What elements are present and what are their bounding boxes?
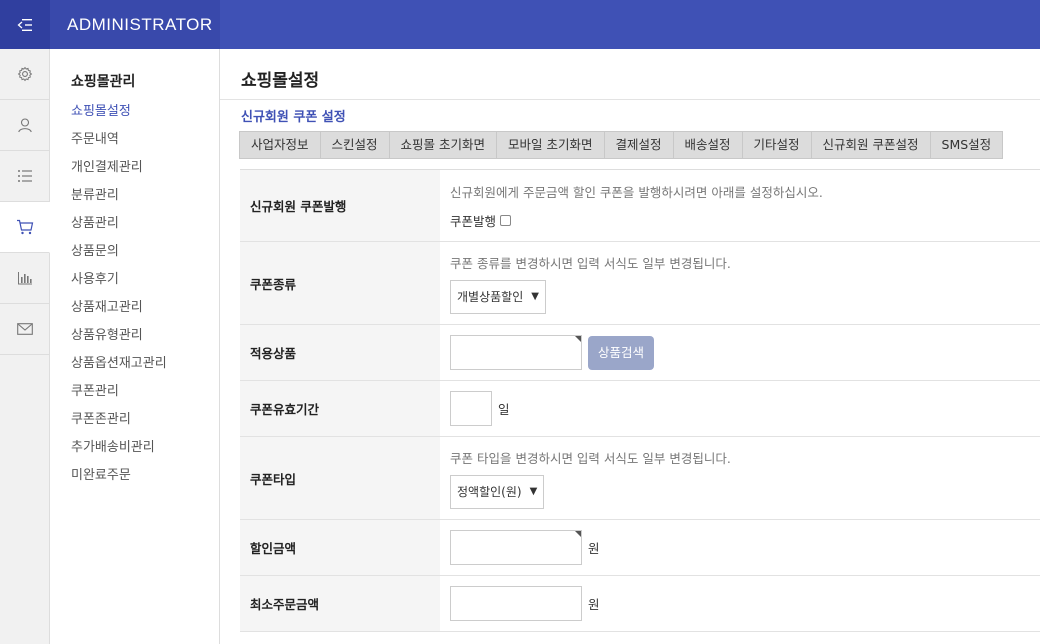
min-order-input[interactable] (450, 586, 582, 621)
coupon-type-select[interactable]: 개별상품할인 ▼ (450, 279, 546, 314)
coupon-type-value: 쿠폰 종류를 변경하시면 입력 서식도 일부 변경됩니다. 개별상품할인 ▼ (440, 242, 1040, 324)
gear-icon (17, 66, 32, 82)
tab-new-member-coupon[interactable]: 신규회원 쿠폰설정 (812, 132, 931, 158)
tab-business-info[interactable]: 사업자정보 (240, 132, 321, 158)
min-order-label: 최소주문금액 (240, 576, 440, 631)
form-row-discount-type: 쿠폰타입 쿠폰 타입을 변경하시면 입력 서식도 일부 변경됩니다. 정액할인(… (240, 437, 1040, 520)
mail-nav-button[interactable] (0, 304, 49, 355)
tab-mobile-main[interactable]: 모바일 초기화면 (497, 132, 605, 158)
discount-type-selected: 정액할인(원) (457, 485, 522, 499)
subnav-item-personal-payment[interactable]: 개인결제관리 (71, 160, 219, 188)
amount-value: 원 (440, 520, 1040, 575)
title-divider (220, 99, 1040, 100)
product-label: 적용상품 (240, 325, 440, 380)
discount-type-select[interactable]: 정액할인(원) ▼ (450, 474, 545, 509)
subnav-item-products[interactable]: 상품관리 (71, 216, 219, 244)
product-value: 상품검색 (440, 325, 1040, 380)
period-label: 쿠폰유효기간 (240, 381, 440, 436)
cart-icon (16, 219, 33, 235)
tab-payment[interactable]: 결제설정 (605, 132, 674, 158)
period-unit: 일 (498, 402, 510, 417)
stats-nav-button[interactable] (0, 253, 49, 304)
list-icon (17, 170, 32, 182)
subnav-item-coupons[interactable]: 쿠폰관리 (71, 384, 219, 412)
issue-checkbox-wrap[interactable]: 쿠폰발행 (450, 211, 1040, 230)
product-search-button[interactable]: 상품검색 (588, 335, 655, 370)
subnav-item-shop-settings[interactable]: 쇼핑몰설정 (71, 104, 219, 132)
subnav-item-product-types[interactable]: 상품유형관리 (71, 328, 219, 356)
top-bar: ADMINISTRATOR (0, 0, 1040, 49)
tab-etc[interactable]: 기타설정 (743, 132, 812, 158)
discount-type-value: 쿠폰 타입을 변경하시면 입력 서식도 일부 변경됩니다. 정액할인(원) ▼ (440, 437, 1040, 519)
issue-value: 신규회원에게 주문금액 할인 쿠폰을 발행하시려면 아래를 설정하십시오. 쿠폰… (440, 170, 1040, 241)
min-order-value: 원 (440, 576, 1040, 631)
discount-type-help: 쿠폰 타입을 변경하시면 입력 서식도 일부 변경됩니다. (450, 450, 731, 466)
coupon-type-label: 쿠폰종류 (240, 242, 440, 324)
dropdown-arrow-icon: ▼ (531, 291, 539, 302)
subnav-item-orders[interactable]: 주문내역 (71, 132, 219, 160)
tab-shipping[interactable]: 배송설정 (674, 132, 743, 158)
subnav-item-categories[interactable]: 분류관리 (71, 188, 219, 216)
coupon-type-help: 쿠폰 종류를 변경하시면 입력 서식도 일부 변경됩니다. (450, 255, 731, 271)
shop-nav-button[interactable] (0, 202, 50, 253)
form-row-min-order: 최소주문금액 원 (240, 576, 1040, 632)
issue-checkbox-label: 쿠폰발행 (450, 213, 497, 229)
tab-shop-main[interactable]: 쇼핑몰 초기화면 (390, 132, 498, 158)
issue-label: 신규회원 쿠폰발행 (240, 170, 440, 241)
page-title: 쇼핑몰설정 (241, 71, 320, 91)
subnav-item-coupon-zone[interactable]: 쿠폰존관리 (71, 412, 219, 440)
bar-chart-icon (17, 272, 32, 285)
subnav-item-incomplete-orders[interactable]: 미완료주문 (71, 468, 219, 496)
sub-navigation: 쇼핑몰관리 쇼핑몰설정 주문내역 개인결제관리 분류관리 상품관리 상품문의 사… (50, 49, 220, 644)
resize-corner-icon (575, 336, 581, 342)
main-content: 쇼핑몰설정 신규회원 쿠폰 설정 사업자정보 스킨설정 쇼핑몰 초기화면 모바일… (220, 49, 1040, 644)
issue-checkbox[interactable] (500, 214, 512, 226)
subnav-item-product-inquiry[interactable]: 상품문의 (71, 244, 219, 272)
resize-corner-icon (575, 531, 581, 537)
tab-skin[interactable]: 스킨설정 (321, 132, 390, 158)
product-input[interactable] (450, 335, 582, 370)
dropdown-arrow-icon: ▼ (529, 486, 538, 497)
board-nav-button[interactable] (0, 151, 49, 202)
form-row-product: 적용상품 상품검색 (240, 325, 1040, 381)
subnav-item-stock[interactable]: 상품재고관리 (71, 300, 219, 328)
tab-sms[interactable]: SMS설정 (931, 132, 1003, 158)
user-icon (17, 118, 32, 133)
menu-collapse-button[interactable] (0, 0, 50, 49)
form-row-period: 쿠폰유효기간 일 (240, 381, 1040, 437)
form-row-amount: 할인금액 원 (240, 520, 1040, 576)
subnav-title: 쇼핑몰관리 (71, 74, 136, 90)
form-row-issue: 신규회원 쿠폰발행 신규회원에게 주문금액 할인 쿠폰을 발행하시려면 아래를 … (240, 170, 1040, 242)
amount-label: 할인금액 (240, 520, 440, 575)
settings-tabs: 사업자정보 스킨설정 쇼핑몰 초기화면 모바일 초기화면 결제설정 배송설정 기… (239, 131, 1004, 159)
min-order-unit: 원 (588, 597, 600, 612)
mail-icon (16, 323, 33, 335)
amount-input[interactable] (450, 530, 582, 565)
period-input[interactable] (450, 391, 492, 426)
issue-help: 신규회원에게 주문금액 할인 쿠폰을 발행하시려면 아래를 설정하십시오. (450, 184, 823, 200)
coupon-settings-form: 신규회원 쿠폰발행 신규회원에게 주문금액 할인 쿠폰을 발행하시려면 아래를 … (240, 169, 1040, 632)
discount-type-label: 쿠폰타입 (240, 437, 440, 519)
icon-sidebar (0, 49, 50, 644)
form-row-coupon-type: 쿠폰종류 쿠폰 종류를 변경하시면 입력 서식도 일부 변경됩니다. 개별상품할… (240, 242, 1040, 325)
brand-title: ADMINISTRATOR (50, 0, 220, 49)
menu-collapse-icon (17, 18, 32, 31)
subnav-list: 쇼핑몰설정 주문내역 개인결제관리 분류관리 상품관리 상품문의 사용후기 상품… (71, 104, 219, 496)
settings-nav-button[interactable] (0, 49, 49, 100)
coupon-type-selected: 개별상품할인 (457, 290, 524, 304)
amount-unit: 원 (588, 541, 600, 556)
members-nav-button[interactable] (0, 100, 49, 151)
period-value: 일 (440, 381, 1040, 436)
section-title: 신규회원 쿠폰 설정 (241, 110, 346, 125)
subnav-item-extra-shipping[interactable]: 추가배송비관리 (71, 440, 219, 468)
subnav-item-reviews[interactable]: 사용후기 (71, 272, 219, 300)
subnav-item-option-stock[interactable]: 상품옵션재고관리 (71, 356, 219, 384)
